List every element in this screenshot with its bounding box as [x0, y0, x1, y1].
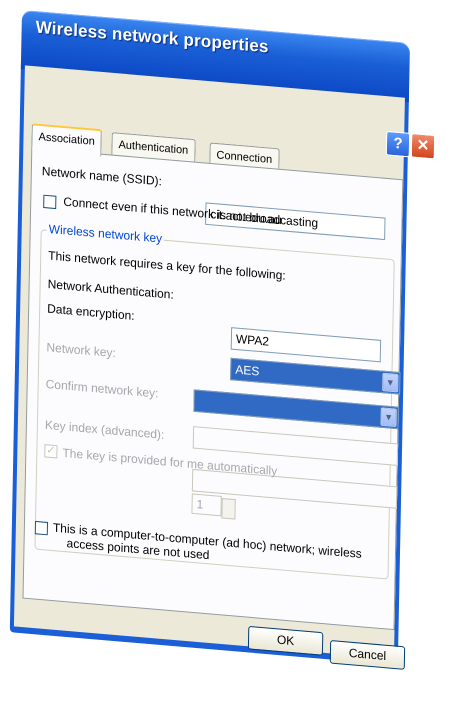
data-encryption-value: AES [235, 362, 260, 379]
connect-hidden-checkbox[interactable] [43, 194, 57, 210]
auto-key-checkbox[interactable]: ✓ [44, 444, 58, 459]
screenshot-scene: Wireless network properties Association … [0, 0, 450, 702]
wireless-properties-dialog: Wireless network properties Association … [9, 10, 436, 695]
network-auth-value: WPA2 [235, 331, 270, 349]
adhoc-checkbox[interactable] [34, 520, 49, 536]
cancel-button[interactable]: Cancel [329, 640, 406, 670]
tab-association[interactable]: Association [31, 123, 103, 157]
connect-hidden-label: Connect even if this network is not broa… [63, 194, 319, 231]
window-title: Wireless network properties [35, 17, 269, 57]
chevron-down-icon[interactable]: ▼ [382, 372, 399, 393]
tab-authentication-label: Authentication [118, 138, 189, 157]
ssid-label: Network name (SSID): [41, 163, 163, 189]
close-icon[interactable]: ✕ [410, 132, 436, 160]
help-icon[interactable]: ? [385, 130, 411, 158]
key-index-spinner[interactable] [221, 497, 236, 520]
key-index-input[interactable]: 1 [191, 493, 222, 517]
chevron-down-icon[interactable]: ▼ [380, 407, 397, 428]
association-panel: Network name (SSID): cit.act.edu.au Conn… [22, 147, 404, 631]
dialog-body: Association Authentication Connection Ne… [13, 65, 406, 670]
tab-association-label: Association [38, 130, 95, 148]
